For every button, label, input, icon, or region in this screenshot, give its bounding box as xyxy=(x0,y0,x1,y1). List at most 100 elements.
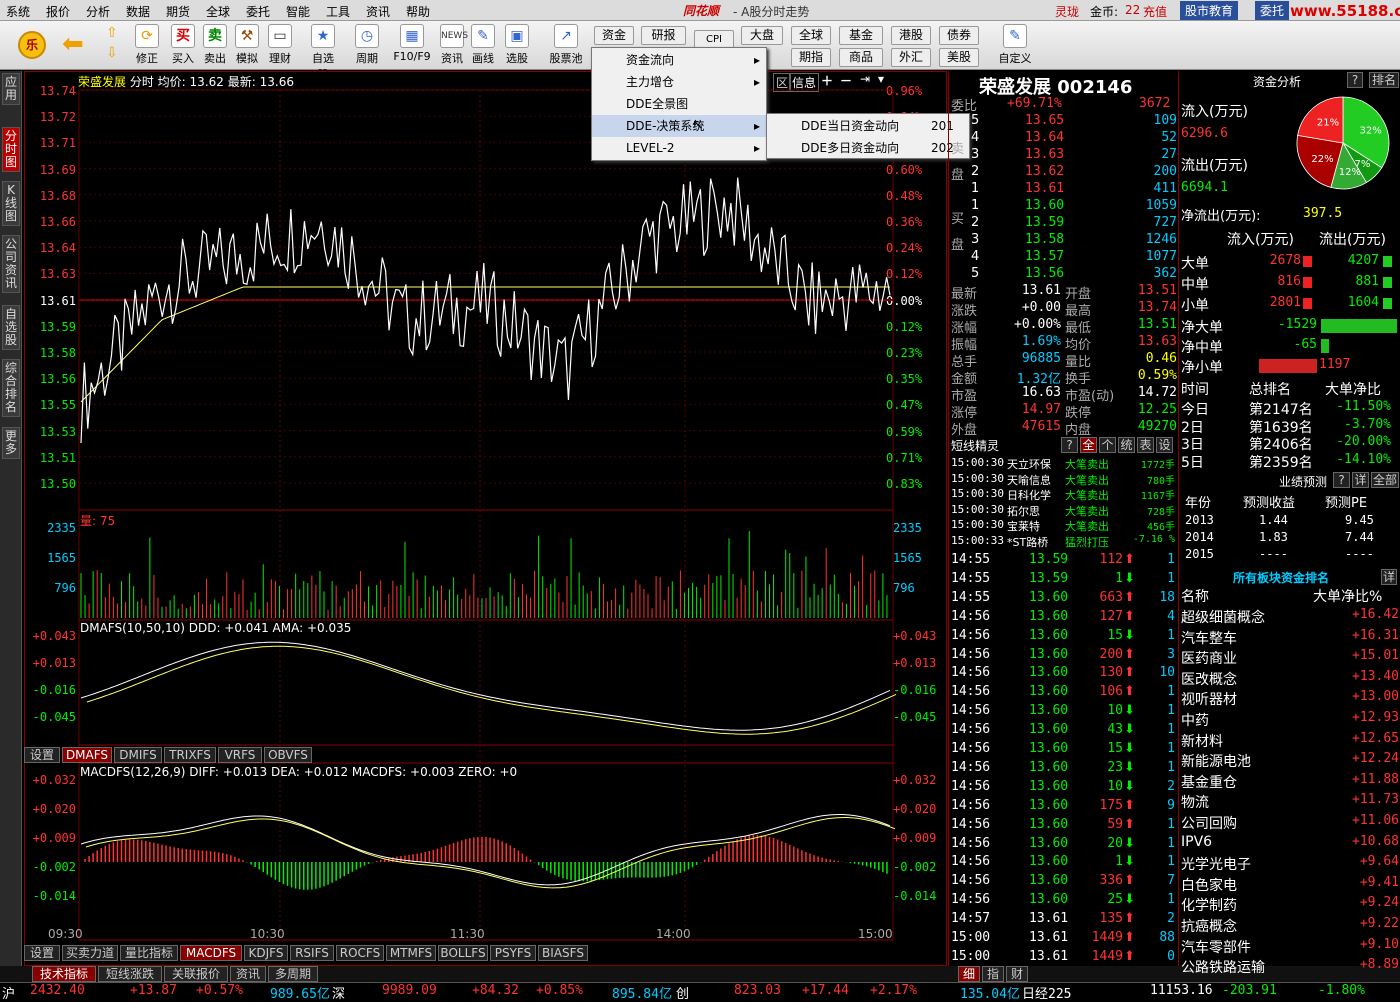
tick-time: 14:56 xyxy=(951,778,991,794)
sector-name[interactable]: 白色家电 xyxy=(1181,875,1237,895)
tick-price: 13.59 xyxy=(1029,552,1069,567)
menu-dde-today[interactable]: DDE当日资金动向 201 xyxy=(767,115,969,137)
short-tab[interactable]: 表 xyxy=(1137,437,1154,453)
indicator-tab[interactable]: 量比指标 xyxy=(120,945,178,961)
dmafs-tick: +0.013 xyxy=(32,656,76,670)
sector-detail-tab[interactable]: 详 xyxy=(1381,569,1397,585)
gold-label: 金币: xyxy=(1090,5,1119,19)
menu-dde-panorama[interactable]: DDE全景图 xyxy=(592,93,766,115)
quote-panel: 荣盛发展 002146 委比 +69.71% 3672 卖盘 买盘 5 13.65 109 4 1… xyxy=(948,71,1178,966)
help-button[interactable]: ? xyxy=(1347,72,1363,88)
sector-name[interactable]: 光学光电子 xyxy=(1181,854,1251,874)
pie-label: 12% xyxy=(1339,167,1361,178)
indicator-tab[interactable]: OBVFS xyxy=(264,747,312,763)
entrust-button[interactable]: 委托 xyxy=(1255,1,1290,20)
prediction-tab[interactable]: 详 xyxy=(1352,472,1369,488)
indicator-tab[interactable]: 设置 xyxy=(24,945,60,961)
quote-bottom-tab[interactable]: 细 xyxy=(958,966,980,982)
bottom-tab[interactable]: 关联报价 xyxy=(164,966,228,982)
sector-name[interactable]: IPV6 xyxy=(1181,834,1212,850)
short-tab[interactable]: 全 xyxy=(1080,437,1097,453)
custom-button[interactable]: ✎ 自定义 xyxy=(995,24,1035,66)
sector-name[interactable]: 基金重仓 xyxy=(1181,772,1237,792)
indicator-tab[interactable]: 设置 xyxy=(24,747,60,763)
rank-button[interactable]: 排名 xyxy=(1369,72,1399,88)
sector-name[interactable]: 新材料 xyxy=(1181,731,1223,751)
net-value: 397.5 xyxy=(1303,206,1343,221)
indicator-tab[interactable]: BIASFS xyxy=(538,945,588,961)
tick-count: 3 xyxy=(1167,646,1175,662)
short-tab[interactable]: 个 xyxy=(1099,437,1116,453)
sector-name[interactable]: 公路铁路运输 xyxy=(1181,957,1265,977)
menu-level2[interactable]: LEVEL-2 ▸ xyxy=(592,137,766,159)
rank-head: 大单净比 xyxy=(1325,382,1381,398)
indicator-tab[interactable]: MTMFS xyxy=(386,945,436,961)
tick-time: 14:56 xyxy=(951,608,991,624)
index-value: +13.87 xyxy=(130,983,177,998)
sector-name[interactable]: 中药 xyxy=(1181,710,1209,730)
indicator-tab[interactable]: PSYFS xyxy=(490,945,536,961)
quote-bottom-tab[interactable]: 财 xyxy=(1006,966,1028,982)
prediction-year: 2013 xyxy=(1185,513,1214,527)
tick-volume: 43 xyxy=(1107,722,1123,738)
short-tab[interactable]: 设 xyxy=(1156,437,1173,453)
sell-level: 5 xyxy=(971,113,980,128)
sector-name[interactable]: 抗癌概念 xyxy=(1181,916,1237,936)
index-value: 989.65亿 xyxy=(270,987,330,1002)
bottom-tab[interactable]: 短线涨跌 xyxy=(98,966,162,982)
bottom-tab[interactable]: 资讯 xyxy=(230,966,266,982)
indicator-tab[interactable]: DMAFS xyxy=(62,747,112,763)
net-flow-label: 净大单 xyxy=(1181,320,1223,336)
market-edu-button[interactable]: 股市教育 xyxy=(1180,1,1239,20)
indicator-tab[interactable]: 买卖力道 xyxy=(62,945,118,961)
net-flow-label: 净中单 xyxy=(1181,340,1223,356)
sector-name[interactable]: 医改概念 xyxy=(1181,669,1237,689)
sector-name[interactable]: 公司回购 xyxy=(1181,813,1237,833)
recharge-link[interactable]: 充值 xyxy=(1143,3,1167,20)
prediction-tab[interactable]: ? xyxy=(1333,472,1350,488)
indicator-tab[interactable]: ROCFS xyxy=(336,945,384,961)
indicator-tab[interactable]: TRIXFS xyxy=(164,747,216,763)
sector-name[interactable]: 超级细菌概念 xyxy=(1181,607,1265,627)
short-tab[interactable]: ? xyxy=(1061,437,1078,453)
index-status-bar: 沪 2432.40 +13.87 +0.57% 989.65亿深 9989.09 +84.3… xyxy=(0,982,1400,1002)
price-line xyxy=(80,177,891,444)
menu-dde-decision[interactable]: DDE-决策系统 ▸ xyxy=(592,115,766,137)
sector-name[interactable]: 化学制药 xyxy=(1181,895,1237,915)
bottom-tab[interactable]: 技术指标 xyxy=(32,966,96,982)
sector-name[interactable]: 医药商业 xyxy=(1181,648,1237,668)
indicator-tab[interactable]: KDJFS xyxy=(244,945,288,961)
bottom-tab[interactable]: 多周期 xyxy=(268,966,318,982)
buy-volume: 1077 xyxy=(1145,249,1177,264)
sector-name[interactable]: 物流 xyxy=(1181,792,1209,812)
menu-fund-flow[interactable]: 资金流向 ▸ xyxy=(592,49,766,71)
menu-main-increase[interactable]: 主力增仓 ▸ xyxy=(592,71,766,93)
pie-label: 32% xyxy=(1360,126,1382,137)
sector-name[interactable]: 汽车零部件 xyxy=(1181,937,1251,957)
tick-count: 2 xyxy=(1167,911,1175,927)
sector-name[interactable]: 新能源电池 xyxy=(1181,751,1251,771)
indicator-tab[interactable]: DMIFS xyxy=(114,747,162,763)
indicator-tab[interactable]: MACDFS xyxy=(180,945,242,961)
net-flow-bar xyxy=(1259,359,1317,373)
sector-ratio: +12.24 xyxy=(1352,751,1399,767)
short-time: 15:00:30 xyxy=(951,518,1004,531)
index-value: +84.32 xyxy=(472,983,519,998)
menu-dde-multi[interactable]: DDE多日资金动向 202 xyxy=(767,137,969,159)
fund-dropdown-menu: 资金流向 ▸ 主力增仓 ▸ DDE全景图 DDE-决策系统 ▸ LEVEL-2 ▸ xyxy=(591,47,767,161)
indicator-tab[interactable]: BOLLFS xyxy=(438,945,488,961)
username[interactable]: 灵珑 xyxy=(1055,3,1079,20)
indicator-tab[interactable]: RSIFS xyxy=(290,945,334,961)
indicator-tab[interactable]: VRFS xyxy=(218,747,262,763)
time-tick: 09:30 xyxy=(48,927,83,941)
sector-name[interactable]: 视听器材 xyxy=(1181,689,1237,709)
tick-arrow-icon: ⬇ xyxy=(1124,722,1135,738)
prediction-tab[interactable]: 全部 xyxy=(1371,472,1399,488)
tick-time: 14:56 xyxy=(951,892,991,908)
quote-bottom-tab[interactable]: 指 xyxy=(982,966,1004,982)
sector-name[interactable]: 汽车整车 xyxy=(1181,628,1237,648)
sell-price: 13.64 xyxy=(1025,130,1065,145)
short-stock: 宝莱特 xyxy=(1007,520,1040,533)
short-tab[interactable]: 统 xyxy=(1118,437,1135,453)
tick-count: 1 xyxy=(1167,854,1175,870)
